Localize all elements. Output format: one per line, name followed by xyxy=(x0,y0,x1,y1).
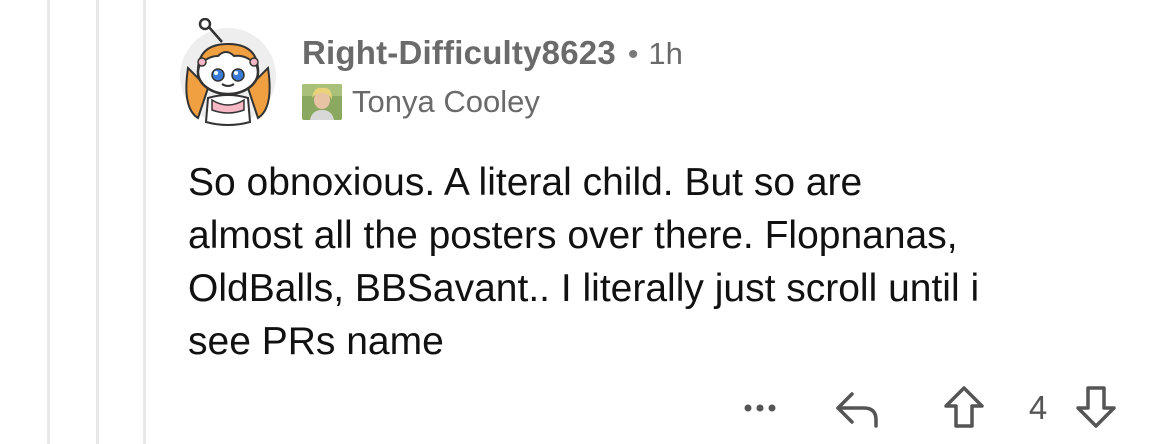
thread-line[interactable] xyxy=(96,0,99,444)
upvote-icon xyxy=(944,386,984,428)
upvote-button[interactable] xyxy=(942,384,986,430)
user-flair: Tonya Cooley xyxy=(302,84,540,120)
downvote-button[interactable] xyxy=(1074,384,1118,430)
thread-line[interactable] xyxy=(143,0,146,444)
comment-body-line: OldBalls, BBSavant.. I literally just sc… xyxy=(188,267,980,310)
comment-body-line: almost all the posters over there. Flopn… xyxy=(188,214,958,257)
more-options-button[interactable] xyxy=(738,390,782,426)
reply-button[interactable] xyxy=(830,386,886,430)
snoo-avatar-icon xyxy=(180,17,276,126)
thread-line[interactable] xyxy=(47,0,50,444)
username-link[interactable]: Right-Difficulty8623 xyxy=(302,34,616,72)
separator-dot: • xyxy=(627,38,639,71)
flair-text: Tonya Cooley xyxy=(352,84,540,119)
comment-body: So obnoxious. A literal child. But so ar… xyxy=(188,156,1128,368)
more-icon xyxy=(744,404,776,412)
downvote-icon xyxy=(1076,386,1116,428)
vote-score: 4 xyxy=(1028,389,1048,426)
reply-icon xyxy=(836,392,878,428)
comment-body-line: see PRs name xyxy=(188,320,444,363)
comment-header: Right-Difficulty8623 • 1h xyxy=(302,34,683,72)
user-avatar[interactable] xyxy=(178,17,278,128)
flair-image xyxy=(302,84,342,120)
comment-actions: 4 xyxy=(730,382,1140,434)
comment-body-line: So obnoxious. A literal child. But so ar… xyxy=(188,161,863,204)
comment-timestamp: 1h xyxy=(648,36,683,71)
